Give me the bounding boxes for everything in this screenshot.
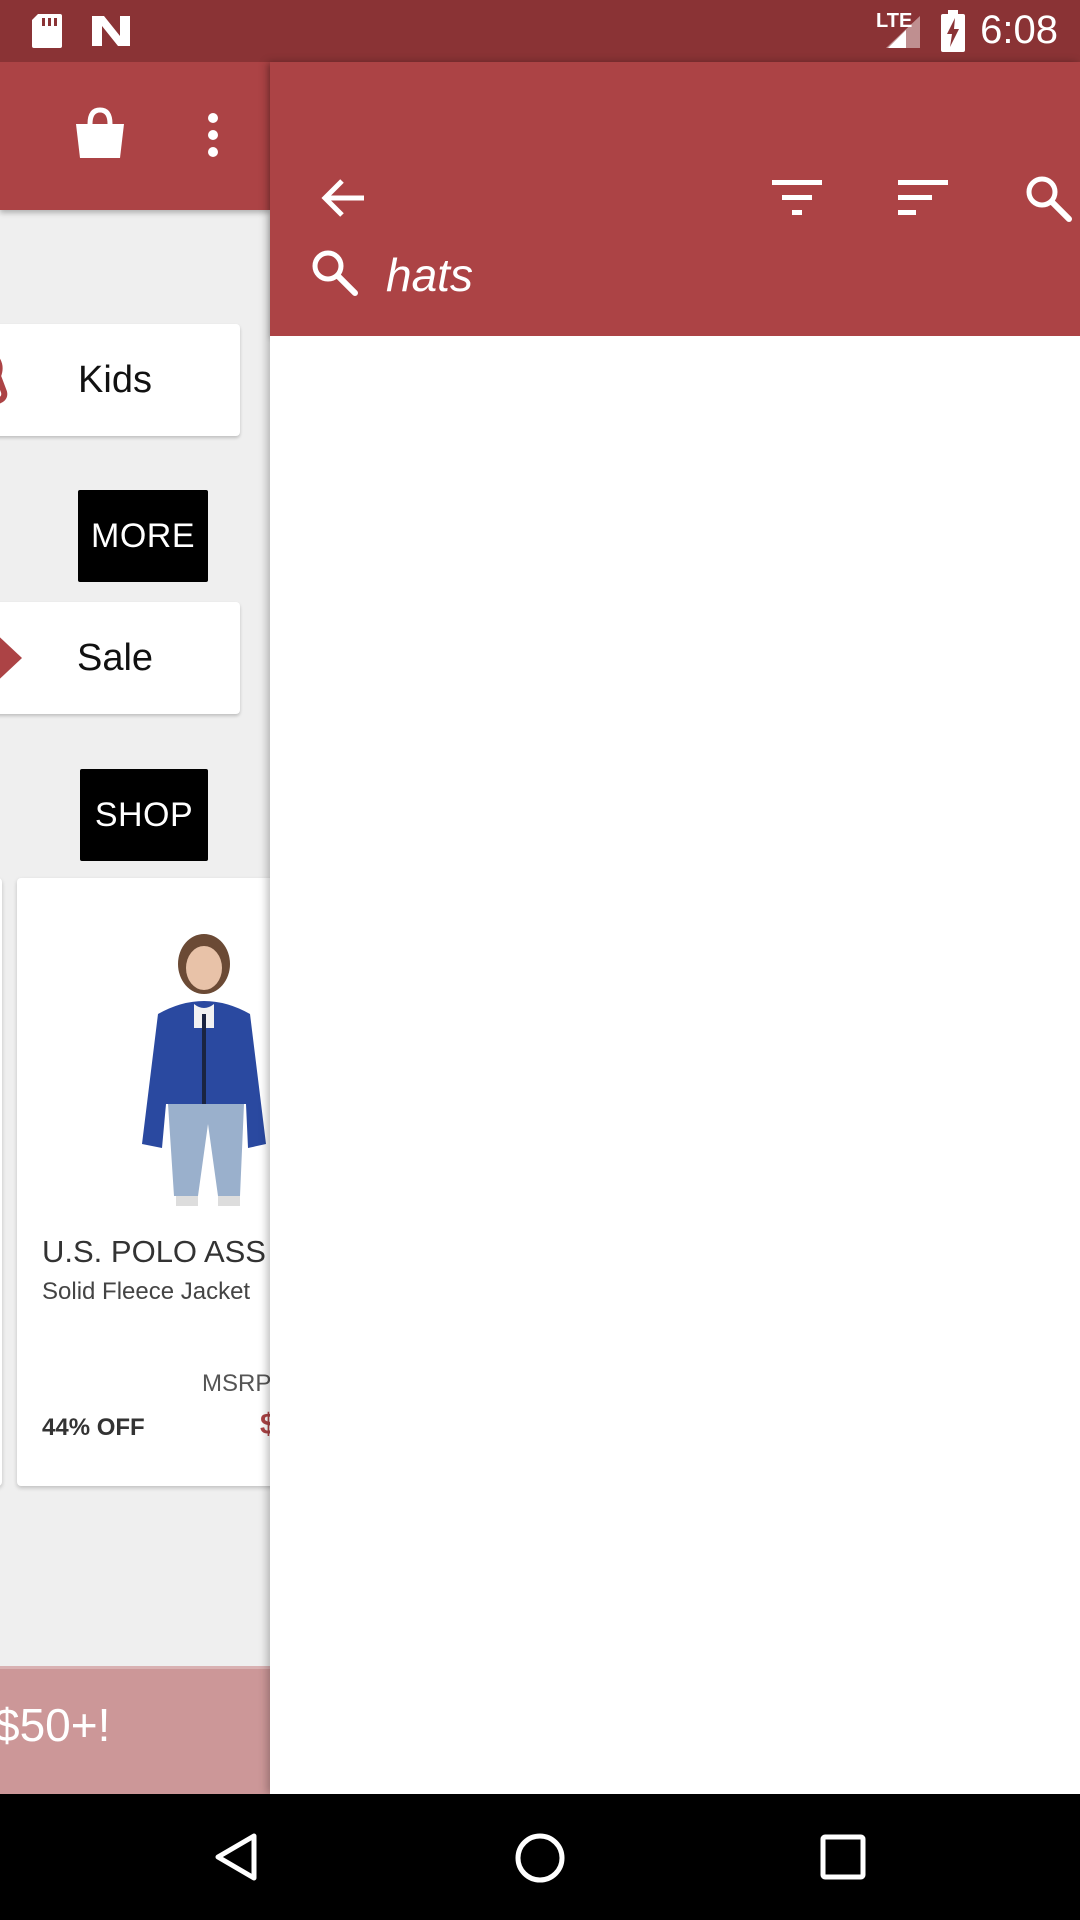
search-field-icon bbox=[312, 250, 358, 296]
search-results-panel: hats bbox=[270, 62, 1080, 1794]
search-toolbar: hats bbox=[270, 62, 1080, 336]
more-button[interactable]: MORE bbox=[78, 490, 208, 582]
home-app-bar bbox=[0, 62, 270, 210]
product-name: Solid Fleece Jacket bbox=[42, 1278, 251, 1305]
product-brand: U.S. POLO ASS bbox=[42, 1234, 266, 1269]
product-msrp-label: MSRP bbox=[202, 1370, 270, 1397]
back-arrow-icon[interactable] bbox=[320, 178, 366, 218]
category-card-sale[interactable]: Sale bbox=[0, 602, 240, 714]
search-input[interactable]: hats bbox=[386, 248, 473, 302]
sd-card-icon bbox=[32, 14, 62, 48]
home-nav-icon[interactable] bbox=[514, 1832, 566, 1884]
navigation-bar bbox=[0, 1794, 1080, 1920]
lte-signal-icon bbox=[886, 16, 920, 48]
sort-icon[interactable] bbox=[898, 180, 948, 216]
category-label: Sale bbox=[76, 636, 154, 679]
n-notification-icon bbox=[92, 16, 130, 46]
previous-product-card[interactable] bbox=[0, 878, 2, 1486]
battery-charging-icon bbox=[941, 10, 965, 52]
status-time: 6:08 bbox=[980, 8, 1058, 52]
category-label: Kids bbox=[78, 358, 152, 401]
promo-text: $50+! bbox=[0, 1699, 111, 1751]
background-home-screen: Kids MORE Sale SHOP U.S. POLO ASS Solid … bbox=[0, 62, 270, 1794]
product-image-jacket[interactable] bbox=[128, 934, 270, 1210]
shop-button[interactable]: SHOP bbox=[80, 769, 208, 861]
filter-icon[interactable] bbox=[772, 180, 822, 216]
product-price: $ bbox=[260, 1408, 270, 1441]
search-icon[interactable] bbox=[1024, 174, 1072, 222]
back-nav-icon[interactable] bbox=[214, 1832, 258, 1882]
category-card-kids[interactable]: Kids bbox=[0, 324, 240, 436]
overflow-menu-icon[interactable] bbox=[202, 112, 224, 158]
search-results-area bbox=[270, 336, 1080, 1794]
recents-nav-icon[interactable] bbox=[820, 1834, 866, 1880]
product-discount: 44% OFF bbox=[42, 1414, 145, 1441]
shopping-bag-icon[interactable] bbox=[72, 106, 128, 162]
status-bar: LTE 6:08 bbox=[0, 0, 1080, 62]
